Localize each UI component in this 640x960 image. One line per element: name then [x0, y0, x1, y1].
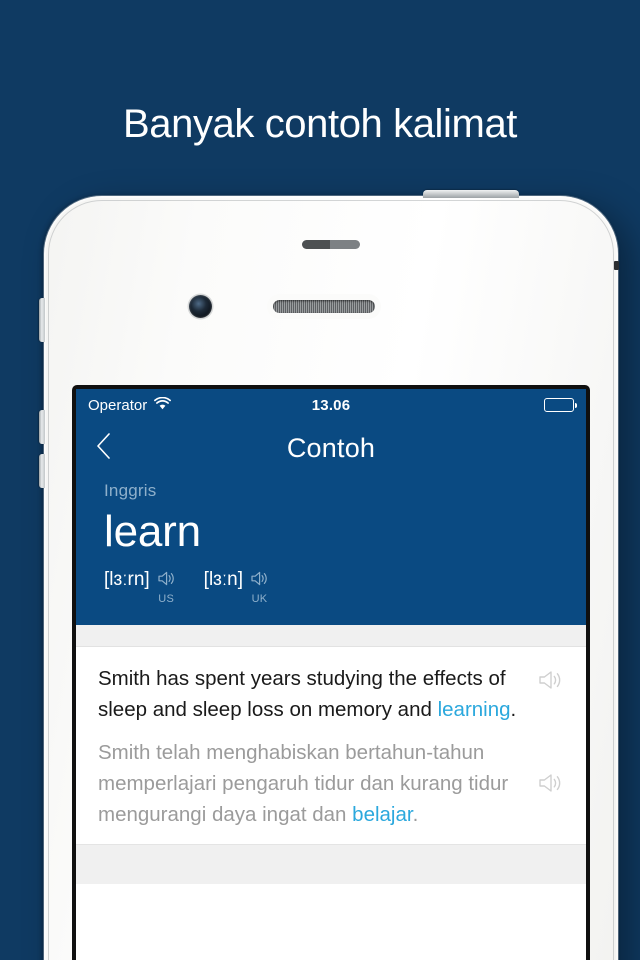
sentence-id-before: Smith telah menghabiskan bertahun-tahun …	[98, 741, 509, 826]
earpiece-speaker-icon	[273, 300, 375, 313]
indonesian-audio-button[interactable]	[538, 772, 564, 799]
screen-bezel: Operator 13.06 Contoh Inggris learn [lɜː…	[72, 385, 590, 960]
pronunciation-us-region: US	[158, 593, 175, 605]
example-sentence-english: Smith has spent years studying the effec…	[98, 663, 528, 725]
status-bar-time: 13.06	[311, 396, 351, 414]
status-bar-left: Operator	[88, 396, 312, 414]
mute-switch-button[interactable]	[39, 298, 45, 342]
pronunciation-us-audio-button[interactable]: US	[157, 570, 176, 605]
battery-full-icon	[544, 398, 578, 412]
front-camera-icon	[189, 295, 212, 318]
example-sentence-card: Smith has spent years studying the effec…	[76, 647, 586, 844]
proximity-sensor-icon	[302, 240, 360, 249]
example-sentence-indonesian: Smith telah menghabiskan bertahun-tahun …	[98, 737, 528, 830]
status-bar-right	[350, 398, 578, 412]
phone-device-mockup: Operator 13.06 Contoh Inggris learn [lɜː…	[39, 190, 619, 960]
speaker-icon	[250, 570, 269, 592]
antenna-band	[614, 261, 619, 270]
promo-headline: Banyak contoh kalimat	[122, 102, 518, 146]
speaker-icon	[157, 570, 176, 592]
sentence-id-after: .	[412, 803, 419, 826]
volume-down-button[interactable]	[39, 454, 45, 488]
page-title: Contoh	[286, 432, 376, 463]
volume-up-button[interactable]	[39, 410, 45, 444]
example-audio-buttons	[538, 663, 564, 799]
language-label: Inggris	[104, 481, 157, 500]
sentence-id-highlight[interactable]: belajar	[352, 803, 412, 826]
pronunciation-us[interactable]: [lɜːrn] US	[104, 569, 176, 605]
sentence-en-highlight[interactable]: learning	[438, 698, 511, 721]
section-separator-top	[76, 625, 586, 647]
section-separator-bottom	[76, 844, 586, 884]
english-audio-button[interactable]	[538, 669, 564, 696]
power-button[interactable]	[423, 190, 519, 198]
headword: learn	[104, 507, 201, 556]
word-header-section: Inggris learn [lɜːrn] US [lɜːn] UK	[76, 475, 586, 625]
pronunciation-uk-region: UK	[251, 593, 268, 605]
carrier-label: Operator	[88, 396, 148, 414]
sentence-en-after: .	[510, 698, 517, 721]
status-bar: Operator 13.06	[76, 389, 586, 421]
pronunciation-uk-audio-button[interactable]: UK	[250, 570, 269, 605]
pronunciation-uk[interactable]: [lɜːn] UK	[204, 569, 269, 605]
pronunciation-uk-transcription: [lɜːn]	[203, 569, 244, 590]
phone-screen: Operator 13.06 Contoh Inggris learn [lɜː…	[76, 389, 586, 960]
wifi-icon	[154, 396, 172, 414]
pronunciation-us-transcription: [lɜːrn]	[104, 569, 150, 590]
navigation-bar: Contoh	[76, 421, 586, 475]
example-texts: Smith has spent years studying the effec…	[98, 663, 538, 830]
pronunciation-row: [lɜːrn] US [lɜːn] UK	[104, 569, 558, 605]
